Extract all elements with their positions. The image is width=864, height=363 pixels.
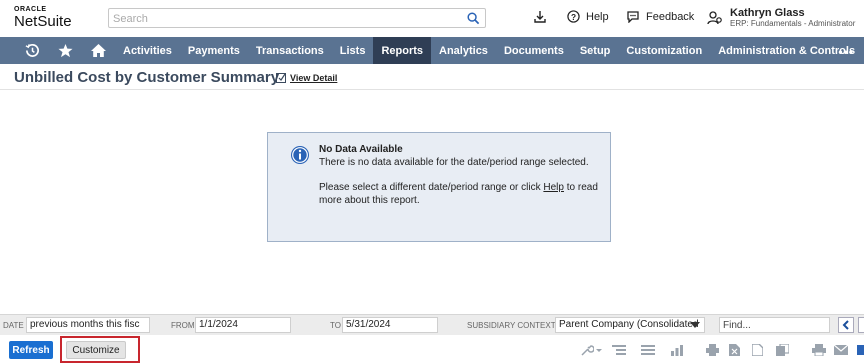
nav-home[interactable] <box>82 37 115 64</box>
chevron-left-icon <box>842 320 849 330</box>
refresh-button[interactable]: Refresh <box>9 341 53 359</box>
message-title: No Data Available <box>319 144 403 155</box>
from-date-field[interactable]: 1/1/2024 <box>195 317 291 333</box>
message-line-2: Please select a different date/period ra… <box>319 182 599 207</box>
chat-bubble-icon <box>627 11 639 23</box>
nav-more-button[interactable]: ••• <box>838 45 854 59</box>
find-input[interactable] <box>719 317 830 333</box>
help-link[interactable]: Help <box>543 182 564 193</box>
email-icon[interactable] <box>834 344 848 356</box>
search-icon[interactable] <box>467 12 480 25</box>
subsidiary-context-value: Parent Company (Consolidated <box>559 319 699 330</box>
star-icon <box>58 43 73 58</box>
download-arrow-icon <box>534 11 546 23</box>
view-detail-icon <box>276 73 286 83</box>
page-title-bar: Unbilled Cost by Customer Summary View D… <box>0 64 864 90</box>
date-select[interactable]: previous months this fisc <box>26 317 150 333</box>
nav-transactions[interactable]: Transactions <box>248 37 332 64</box>
chevron-down-icon[interactable] <box>596 344 602 356</box>
subsidiary-context-label: SUBSIDIARY CONTEXT <box>467 321 556 330</box>
nav-lists[interactable]: Lists <box>332 37 374 64</box>
info-icon <box>291 146 309 164</box>
expand-rows-icon[interactable] <box>641 344 655 356</box>
help-label: Help <box>586 10 609 23</box>
nav-setup[interactable]: Setup <box>572 37 619 64</box>
help-button[interactable]: ? Help <box>567 10 609 23</box>
date-label: DATE <box>3 321 24 330</box>
page-title: Unbilled Cost by Customer Summary <box>14 69 280 86</box>
nav-documents[interactable]: Documents <box>496 37 572 64</box>
logo-oracle-text: ORACLE <box>14 6 47 13</box>
view-detail-label: View Detail <box>290 72 338 83</box>
message-line-2-pre: Please select a different date/period ra… <box>319 182 544 193</box>
nav-analytics[interactable]: Analytics <box>431 37 496 64</box>
global-search[interactable] <box>108 8 486 28</box>
main-nav-bar: Activities Payments Transactions Lists R… <box>0 37 864 64</box>
pdf-export-icon[interactable] <box>752 344 763 356</box>
previous-page-button[interactable] <box>838 317 854 333</box>
message-line-1: There is no data available for the date/… <box>319 156 589 168</box>
nav-customization[interactable]: Customization <box>618 37 710 64</box>
logo-netsuite-text: NetSuite <box>14 13 72 30</box>
user-roles-icon <box>707 11 722 25</box>
print-icon[interactable] <box>706 344 719 356</box>
user-name: Kathryn Glass <box>730 7 805 19</box>
nav-activities[interactable]: Activities <box>115 37 180 64</box>
top-bar: ORACLE NetSuite ? Help Feedback Kathryn … <box>0 0 864 37</box>
user-role: ERP: Fundamentals - Administrator <box>730 19 856 28</box>
feedback-label: Feedback <box>646 10 695 23</box>
nav-reports[interactable]: Reports <box>373 37 432 64</box>
feedback-button[interactable]: Feedback <box>626 10 694 23</box>
view-detail-link[interactable]: View Detail <box>276 72 337 83</box>
recent-items-button[interactable] <box>533 10 547 24</box>
message-text: No Data Available There is no data avail… <box>319 144 599 207</box>
no-data-message: No Data Available There is no data avail… <box>267 132 611 242</box>
customize-button[interactable]: Customize <box>66 341 126 359</box>
to-date-field[interactable]: 5/31/2024 <box>342 317 438 333</box>
nav-shortcuts[interactable] <box>49 37 82 64</box>
nav-recent-records[interactable] <box>16 37 49 64</box>
report-action-bar: Refresh Customize <box>0 335 864 363</box>
bar-chart-icon[interactable] <box>670 344 684 356</box>
user-menu[interactable]: Kathryn Glass ERP: Fundamentals - Admini… <box>707 7 855 29</box>
help-circle-icon: ? <box>567 10 580 23</box>
printer-icon[interactable] <box>812 344 826 356</box>
home-icon <box>91 44 106 57</box>
csv-export-icon[interactable] <box>776 344 789 356</box>
nav-payments[interactable]: Payments <box>180 37 248 64</box>
from-label: FROM <box>171 321 195 330</box>
collapse-rows-icon[interactable] <box>612 344 626 356</box>
to-label: TO <box>330 321 341 330</box>
save-icon[interactable] <box>857 344 864 356</box>
netsuite-logo[interactable]: ORACLE NetSuite <box>14 6 72 29</box>
excel-export-icon[interactable] <box>729 344 740 356</box>
report-filter-bar: DATE previous months this fisc FROM 1/1/… <box>0 314 864 335</box>
recent-records-icon <box>25 44 39 57</box>
subsidiary-context-select[interactable]: Parent Company (Consolidated <box>555 317 705 333</box>
search-input[interactable] <box>109 10 459 28</box>
chevron-down-icon <box>690 322 700 328</box>
svg-text:?: ? <box>571 12 576 22</box>
next-page-button[interactable] <box>858 317 864 333</box>
wrench-icon[interactable] <box>580 344 594 356</box>
